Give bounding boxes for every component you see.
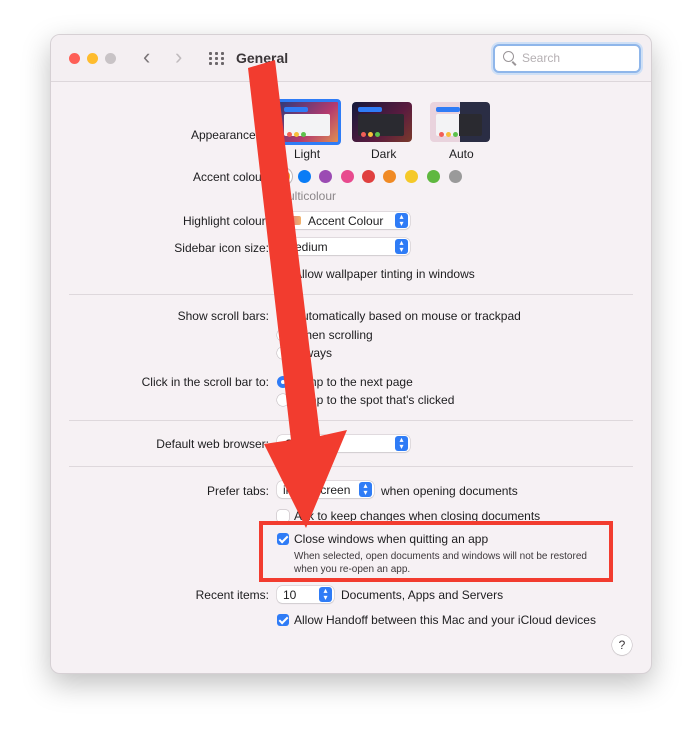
annotation-highlight-box bbox=[259, 521, 613, 582]
annotation-arrow-icon bbox=[248, 60, 347, 528]
